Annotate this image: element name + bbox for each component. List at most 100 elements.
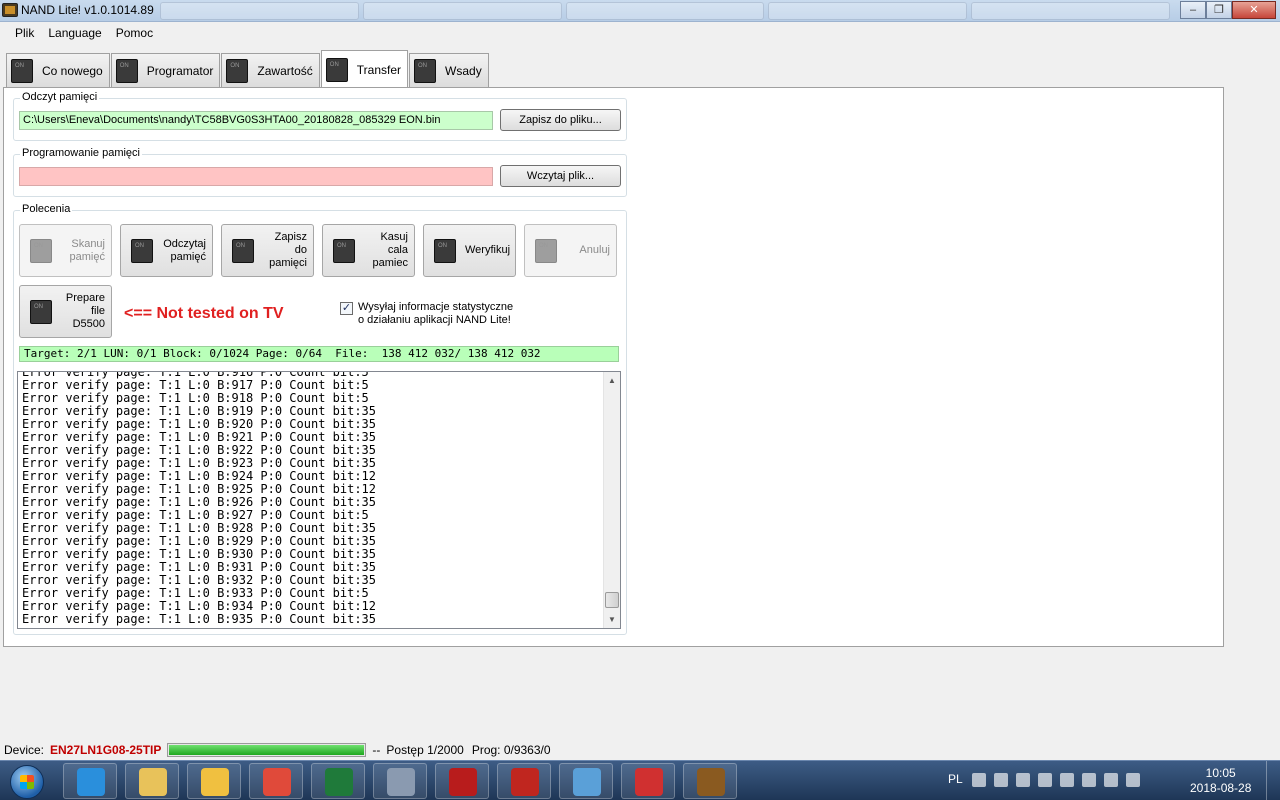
taskbar-app-file-explorer[interactable]	[125, 763, 179, 799]
write-memory-button[interactable]: Zapisz do pamięci	[221, 224, 314, 277]
chip-icon	[128, 238, 156, 263]
commands-title: Polecenia	[20, 203, 73, 215]
scan-memory-button[interactable]: Skanuj pamięć	[19, 224, 112, 277]
menu-plik[interactable]: Plik	[8, 23, 41, 45]
scroll-thumb[interactable]	[605, 592, 619, 608]
log-output[interactable]: Error verify page: T:1 L:0 B:916 P:0 Cou…	[17, 371, 621, 629]
scroll-down-arrow-icon[interactable]: ▼	[604, 611, 620, 628]
background-tab	[565, 2, 765, 20]
background-tab	[160, 2, 359, 20]
background-tab	[768, 2, 968, 20]
statistics-checkbox[interactable]: ✓	[340, 302, 353, 315]
taskbar-app-paint[interactable]	[559, 763, 613, 799]
tab-programator[interactable]: Programator	[110, 53, 221, 87]
clock[interactable]: 10:05 2018-08-28	[1190, 766, 1251, 796]
read-memory-title: Odczyt pamięci	[20, 91, 100, 103]
start-button[interactable]	[4, 762, 50, 800]
tab-co-nowego[interactable]: Co nowego	[6, 53, 110, 87]
paint-icon	[573, 768, 601, 796]
chip-icon	[27, 238, 55, 263]
outlook-icon	[201, 768, 229, 796]
statistics-checkbox-row[interactable]: ✓ Wysyłaj informacje statystyczne o dzia…	[340, 301, 513, 327]
verify-button[interactable]: Weryfikuj	[423, 224, 516, 277]
language-indicator[interactable]: PL	[948, 772, 963, 786]
log-scrollbar[interactable]: ▲ ▼	[603, 372, 620, 628]
cancel-label: Anuluj	[579, 244, 610, 256]
taskbar-app-pdf-tool[interactable]	[621, 763, 675, 799]
taskbar-app-nand-lite[interactable]	[683, 763, 737, 799]
erase-memory-label: Kasuj cala pamiec	[372, 231, 408, 269]
taskbar-app-excel[interactable]	[311, 763, 365, 799]
taskbar-app-internet-explorer[interactable]	[63, 763, 117, 799]
save-to-file-button[interactable]: Zapisz do pliku...	[500, 109, 621, 131]
tab-transfer[interactable]: Transfer	[320, 50, 409, 88]
minimize-button[interactable]: –	[1180, 1, 1206, 19]
maximize-button[interactable]: ❐	[1206, 1, 1232, 19]
filezilla-icon	[511, 768, 539, 796]
excel-icon	[325, 768, 353, 796]
tab-wsady[interactable]: Wsady	[409, 53, 489, 87]
flag-icon[interactable]	[1060, 773, 1074, 787]
clock-time: 10:05	[1205, 766, 1236, 780]
cancel-button[interactable]: Anuluj	[524, 224, 617, 277]
tab-label: Transfer	[356, 62, 402, 77]
mail-icon[interactable]	[994, 773, 1008, 787]
taskbar-app-chrome[interactable]	[249, 763, 303, 799]
progress-fill	[169, 745, 365, 755]
close-button[interactable]: ✕	[1232, 1, 1276, 19]
erase-memory-button[interactable]: Kasuj cala pamiec	[322, 224, 415, 277]
acrobat-icon	[449, 768, 477, 796]
read-memory-button[interactable]: Odczytaj pamięć	[120, 224, 213, 277]
taskbar-app-filezilla[interactable]	[497, 763, 551, 799]
show-desktop-button[interactable]	[1266, 761, 1280, 800]
menu-pomoc[interactable]: Pomoc	[109, 23, 160, 45]
tray-icons	[972, 773, 1140, 787]
read-path-field[interactable]: C:\Users\Eneva\Documents\nandy\TC58BVG0S…	[19, 111, 493, 130]
prepare-file-label: Prepare file D5500	[65, 292, 105, 330]
chip-icon	[411, 58, 440, 83]
title-bar: NAND Lite! v1.0.1014.89 – ❐ ✕	[0, 0, 1280, 22]
keyboard-icon[interactable]	[972, 773, 986, 787]
read-memory-label: Odczytaj pamięć	[163, 237, 206, 263]
tab-strip: Co nowego Programator Zawartość Transfer…	[6, 49, 490, 88]
taskbar-app-calculator[interactable]	[373, 763, 427, 799]
target-status-strip: Target: 2/1 LUN: 0/1 Block: 0/1024 Page:…	[19, 346, 619, 362]
internet-explorer-icon	[77, 768, 105, 796]
taskbar: PL 10:05 2018-08-28	[0, 760, 1280, 800]
windows-logo-icon	[10, 765, 44, 799]
chip-icon	[330, 238, 358, 263]
pdf-tool-icon	[635, 768, 663, 796]
tab-zawartosc[interactable]: Zawartość	[221, 53, 320, 87]
menu-language[interactable]: Language	[41, 23, 108, 45]
clock-date: 2018-08-28	[1190, 781, 1252, 795]
program-path-field[interactable]	[19, 167, 493, 186]
tab-label: Wsady	[445, 63, 482, 78]
window-controls: – ❐ ✕	[1180, 1, 1276, 19]
network-status-icon[interactable]	[1016, 773, 1030, 787]
app-icon[interactable]	[2, 3, 18, 17]
chrome-icon	[263, 768, 291, 796]
tab-label: Programator	[146, 63, 214, 78]
menu-bar: Plik Language Pomoc	[0, 23, 1280, 45]
taskbar-app-acrobat[interactable]	[435, 763, 489, 799]
scroll-up-arrow-icon[interactable]: ▲	[604, 372, 620, 389]
taskbar-app-outlook[interactable]	[187, 763, 241, 799]
tab-label: Zawartość	[257, 63, 313, 78]
device-label: Device:	[4, 743, 45, 757]
chip-icon	[322, 57, 351, 82]
nand-lite-icon	[697, 768, 725, 796]
usb-icon[interactable]	[1082, 773, 1096, 787]
scan-memory-label: Skanuj pamięć	[69, 237, 105, 263]
read-memory-group: Odczyt pamięci C:\Users\Eneva\Documents\…	[13, 91, 627, 141]
prog-text: Prog: 0/9363/0	[471, 743, 551, 757]
chip-icon	[431, 238, 459, 263]
status-bar: Device: EN27LN1G08-25TIP -- Postęp 1/200…	[0, 740, 1280, 760]
background-tab	[971, 2, 1170, 20]
signal-icon[interactable]	[1104, 773, 1118, 787]
volume-icon[interactable]	[1126, 773, 1140, 787]
prepare-file-button[interactable]: Prepare file D5500	[19, 285, 112, 338]
tab-label: Co nowego	[42, 63, 103, 78]
not-tested-note: <== Not tested on TV	[124, 305, 284, 322]
load-file-button[interactable]: Wczytaj plik...	[500, 165, 621, 187]
security-icon[interactable]	[1038, 773, 1052, 787]
